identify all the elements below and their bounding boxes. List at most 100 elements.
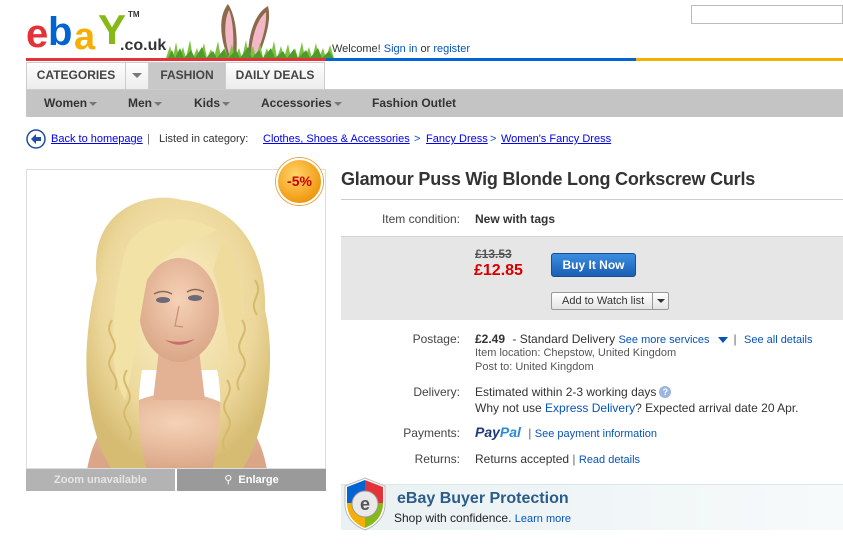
image-toolbar: Zoom unavailable ⚲ Enlarge <box>26 469 326 491</box>
see-more-services-link[interactable]: See more services <box>618 334 709 346</box>
subnav-item-kids[interactable]: Kids <box>194 90 231 117</box>
delivery-label: Delivery: <box>413 385 460 399</box>
postage-label: Postage: <box>412 332 460 346</box>
subnav-item-fashion-outlet[interactable]: Fashion Outlet <box>372 90 456 117</box>
breadcrumb-separator: > <box>414 133 421 145</box>
chevron-down-icon <box>132 73 142 79</box>
search-input[interactable] <box>691 5 843 24</box>
divider: | <box>528 426 532 440</box>
chevron-down-icon[interactable] <box>717 336 728 343</box>
title-divider <box>341 199 843 200</box>
postage-service: - Standard Delivery <box>512 332 616 346</box>
zoom-unavailable-button: Zoom unavailable <box>26 469 175 491</box>
subnav-label: Men <box>128 96 152 110</box>
logo-letter-a: a <box>74 16 95 58</box>
returns-label: Returns: <box>414 452 460 466</box>
paypal-logo: PayPal <box>475 424 521 440</box>
payments-label: Payments: <box>403 426 460 440</box>
postage-row: £2.49 - Standard Delivery See more servi… <box>475 332 813 346</box>
read-details-link[interactable]: Read details <box>579 454 640 466</box>
logo-letter-b: b <box>48 10 72 54</box>
or-text: or <box>420 43 431 55</box>
back-arrow-icon[interactable] <box>26 129 46 149</box>
breadcrumb-clothes-link[interactable]: Clothes, Shoes & Accessories <box>263 133 410 145</box>
buyer-protection-title: eBay Buyer Protection <box>397 490 569 507</box>
enlarge-button[interactable]: ⚲ Enlarge <box>177 469 326 491</box>
logo-letter-e: e <box>26 12 48 56</box>
tab-categories-label: CATEGORIES <box>36 68 116 82</box>
logo-domain: .co.uk <box>120 37 167 54</box>
current-price: £12.85 <box>474 262 523 279</box>
magnifier-icon: ⚲ <box>224 474 233 486</box>
learn-more-link[interactable]: Learn more <box>515 513 571 525</box>
ebay-logo[interactable]: e b a Y TM .co.uk <box>26 6 167 58</box>
chevron-down-icon <box>89 101 98 106</box>
divider: | <box>733 332 737 346</box>
delivery-estimate: Estimated within 2-3 working days? <box>475 385 672 399</box>
tab-fashion-label: FASHION <box>160 68 214 82</box>
returns-row: Returns accepted | Read details <box>475 452 640 466</box>
buyer-protection-shield-icon: e <box>344 477 386 531</box>
subnav-item-accessories[interactable]: Accessories <box>261 90 342 117</box>
condition-value: New with tags <box>475 212 556 226</box>
tab-fashion[interactable]: FASHION <box>148 62 226 89</box>
chevron-down-icon[interactable] <box>652 293 668 309</box>
condition-label: Item condition: <box>381 212 460 226</box>
header-color-bar <box>26 58 843 61</box>
why-not-text: Why not use <box>475 401 542 415</box>
listed-in-label: Listed in category: <box>159 133 249 145</box>
welcome-message: Welcome! Sign in or register <box>332 43 470 55</box>
product-photo-wig <box>86 197 271 468</box>
enlarge-label: Enlarge <box>238 474 279 486</box>
divider: | <box>147 133 150 145</box>
express-delivery-link[interactable]: Express Delivery <box>545 401 635 415</box>
discount-badge: -5% <box>276 158 323 205</box>
add-to-watch-list-button[interactable]: Add to Watch list <box>551 292 669 310</box>
see-payment-info-link[interactable]: See payment information <box>535 428 657 440</box>
paypal-pal: Pal <box>499 424 521 440</box>
buyer-protection-subtitle: Shop with confidence. Learn more <box>394 511 571 525</box>
see-all-details-link[interactable]: See all details <box>744 334 813 346</box>
buy-it-now-button[interactable]: Buy It Now <box>551 253 636 277</box>
item-title: Glamour Puss Wig Blonde Long Corkscrew C… <box>341 169 756 189</box>
returns-value: Returns accepted <box>475 452 570 466</box>
svg-text:e: e <box>360 494 370 514</box>
tab-categories[interactable]: CATEGORIES <box>26 62 126 89</box>
subnav-label: Kids <box>194 96 221 110</box>
help-icon[interactable]: ? <box>659 386 672 398</box>
subnav-label: Accessories <box>261 96 332 110</box>
shop-with-confidence-text: Shop with confidence. <box>394 511 512 525</box>
original-price: £13.53 <box>475 247 512 261</box>
sign-in-link[interactable]: Sign in <box>384 43 418 55</box>
paypal-pay: Pay <box>475 424 500 440</box>
divider: | <box>572 452 576 466</box>
breadcrumb-separator: > <box>490 133 497 145</box>
watch-list-label: Add to Watch list <box>562 295 645 307</box>
post-to: Post to: United Kingdom <box>475 361 594 373</box>
subnav-item-women[interactable]: Women <box>44 90 98 117</box>
express-delivery-row: Why not use Express Delivery? Expected a… <box>475 401 799 415</box>
subnav-label: Women <box>44 96 88 110</box>
main-nav-tabs: CATEGORIES FASHION DAILY DEALS <box>26 62 843 90</box>
subnav-label: Fashion Outlet <box>372 96 456 110</box>
delivery-estimate-text: Estimated within 2-3 working days <box>475 385 657 399</box>
tab-daily-deals-label: DAILY DEALS <box>235 68 315 82</box>
breadcrumb-fancy-dress-link[interactable]: Fancy Dress <box>426 133 488 145</box>
logo-trademark: TM <box>128 10 140 19</box>
chevron-down-icon <box>333 101 342 106</box>
grass-decoration-icon <box>166 40 334 58</box>
register-link[interactable]: register <box>433 43 470 55</box>
categories-dropdown-button[interactable] <box>125 62 149 89</box>
breadcrumb-womens-fancy-dress-link[interactable]: Women's Fancy Dress <box>501 133 611 145</box>
expected-arrival-text: ? Expected arrival date 20 Apr. <box>635 401 799 415</box>
payments-row: PayPal | See payment information <box>475 424 657 440</box>
fashion-subnav: Women Men Kids Accessories Fashion Outle… <box>26 90 843 117</box>
chevron-down-icon <box>222 101 231 106</box>
postage-price: £2.49 <box>475 332 506 346</box>
back-to-homepage-link[interactable]: Back to homepage <box>51 133 143 145</box>
tab-daily-deals[interactable]: DAILY DEALS <box>225 62 325 89</box>
item-location: Item location: Chepstow, United Kingdom <box>475 347 677 359</box>
product-image-panel[interactable] <box>26 169 326 469</box>
chevron-down-icon <box>154 101 162 106</box>
subnav-item-men[interactable]: Men <box>128 90 162 117</box>
